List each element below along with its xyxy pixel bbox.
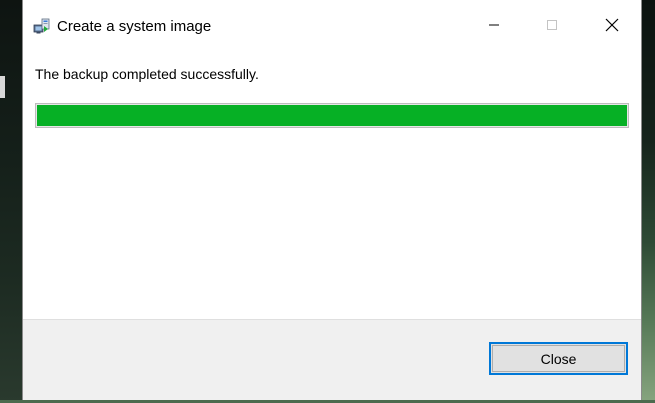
close-icon bbox=[605, 18, 619, 37]
window-title: Create a system image bbox=[57, 18, 212, 35]
maximize-icon bbox=[546, 18, 558, 36]
progress-bar bbox=[35, 103, 629, 128]
minimize-button[interactable] bbox=[465, 0, 523, 54]
desktop-background-right bbox=[642, 0, 655, 403]
close-button[interactable]: Close bbox=[489, 342, 628, 375]
close-button-label: Close bbox=[540, 350, 577, 367]
dialog-footer: Close bbox=[23, 319, 641, 400]
background-window-edge bbox=[0, 76, 5, 98]
minimize-icon bbox=[488, 18, 500, 36]
system-image-backup-icon bbox=[33, 17, 51, 35]
desktop-background-left bbox=[0, 0, 22, 403]
status-message: The backup completed successfully. bbox=[35, 66, 259, 82]
maximize-button[interactable] bbox=[523, 0, 581, 54]
progress-bar-fill bbox=[37, 105, 627, 126]
create-system-image-dialog: Create a system image The backup complet… bbox=[22, 0, 642, 400]
title-bar[interactable]: Create a system image bbox=[23, 0, 641, 54]
close-window-button[interactable] bbox=[583, 0, 641, 54]
